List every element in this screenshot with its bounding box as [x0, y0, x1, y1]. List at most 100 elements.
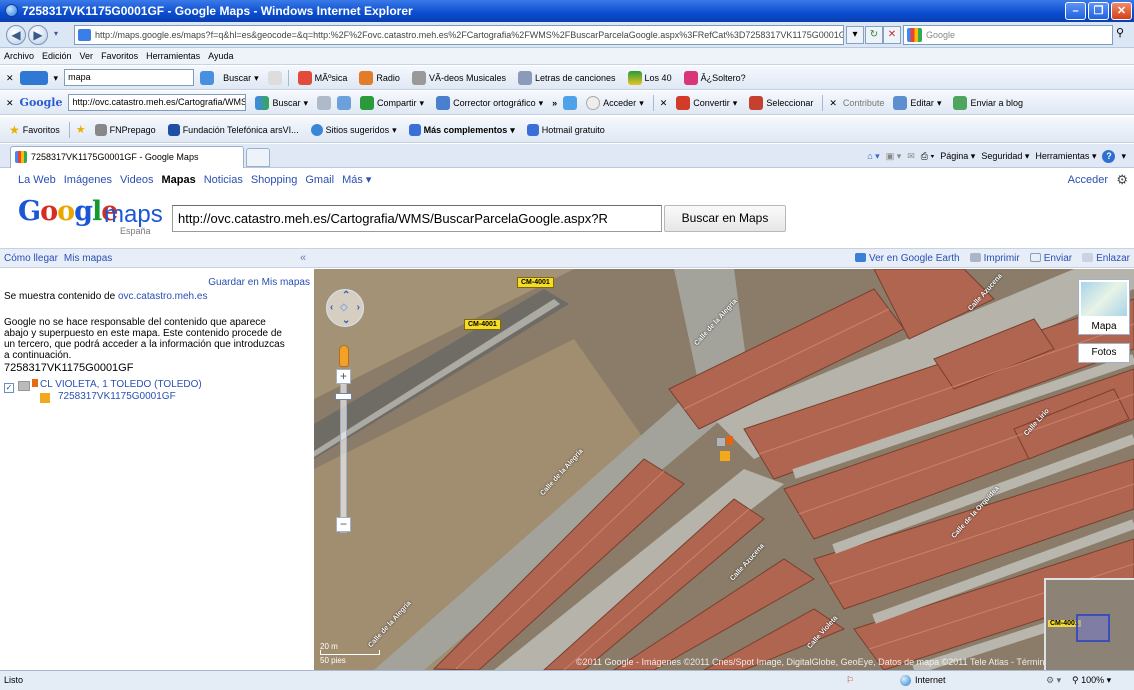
google-logo[interactable]: Google — [18, 197, 118, 227]
satellite-map[interactable]: CM-4001 CM-4001 Calle de la Alegría Call… — [314, 269, 1134, 670]
compartir-button[interactable]: Compartir ▾ — [357, 93, 427, 113]
enviar-link[interactable]: Enviar — [1029, 249, 1072, 268]
acceder-link[interactable]: Acceder — [1068, 169, 1108, 191]
close-contribute-icon[interactable]: ✕ — [829, 91, 837, 114]
collapse-panel-button[interactable]: « — [300, 249, 306, 267]
gbar-mas[interactable]: Más ▾ — [342, 169, 371, 191]
close-toolbar-icon[interactable]: ✕ — [6, 66, 14, 89]
soltero-button[interactable]: Â¿Soltero? — [681, 68, 749, 88]
musica-button[interactable]: MÃºsica — [295, 68, 351, 88]
toolbar-dropdown-icon[interactable]: ▾ — [54, 66, 59, 89]
help-icon[interactable]: ? — [1102, 149, 1116, 163]
street-view-pegman-icon[interactable] — [339, 345, 349, 367]
ver-google-earth-link[interactable]: Ver en Google Earth — [855, 249, 960, 268]
letras-button[interactable]: Letras de canciones — [515, 68, 619, 88]
pencil-icon[interactable] — [563, 95, 578, 110]
result-reference-link[interactable]: 7258317VK1175G0001GF — [58, 391, 176, 402]
corrector-button[interactable]: Corrector ortográfico ▾ — [433, 93, 546, 113]
herramientas-menu[interactable]: Herramientas ▾ — [1035, 147, 1096, 165]
como-llegar-link[interactable]: Cómo llegar — [4, 249, 58, 268]
toolbar-search-input[interactable]: mapa — [64, 69, 195, 86]
fotos-button[interactable]: Fotos — [1078, 343, 1130, 363]
security-zone[interactable]: Internet — [900, 671, 946, 690]
imprimir-link[interactable]: Imprimir — [969, 249, 1020, 268]
result-title-link[interactable]: CL VIOLETA, 1 TOLEDO (TOLEDO) — [40, 379, 202, 390]
home-icon[interactable]: ⌂ ▾ — [867, 147, 879, 165]
parcel-marker-orange[interactable] — [726, 436, 733, 445]
favoritos-button[interactable]: ★ Favoritos — [6, 120, 63, 140]
google-buscar-button[interactable]: Buscar ▾ — [252, 93, 311, 113]
add-favorite-icon[interactable]: ★ — [76, 118, 86, 142]
mis-mapas-link[interactable]: Mis mapas — [64, 249, 112, 268]
menu-edicion[interactable]: Edición — [42, 48, 72, 64]
los40-button[interactable]: Los 40 — [625, 68, 675, 88]
pagina-menu[interactable]: Página ▾ — [940, 147, 975, 165]
protected-mode-icon[interactable]: ⚐ — [846, 671, 854, 690]
content-source-link[interactable]: ovc.catastro.meh.es — [118, 291, 207, 302]
address-input[interactable]: http://maps.google.es/maps?f=q&hl=es&geo… — [74, 25, 844, 45]
minimize-button[interactable]: – — [1065, 2, 1086, 20]
acceder-toolbar-button[interactable]: Acceder ▾ — [583, 93, 647, 113]
zoom-slider-thumb[interactable] — [335, 393, 352, 400]
layer-checkbox[interactable]: ✓ — [4, 383, 14, 393]
menu-ver[interactable]: Ver — [80, 48, 94, 64]
zoom-in-button[interactable]: + — [336, 369, 351, 384]
seguridad-menu[interactable]: Seguridad ▾ — [981, 147, 1029, 165]
toolbar-search-icon[interactable] — [200, 70, 215, 85]
seleccionar-button[interactable]: Seleccionar — [746, 93, 816, 113]
page-options-icon[interactable] — [317, 95, 332, 110]
enlazar-link[interactable]: Enlazar — [1082, 249, 1130, 268]
close-google-toolbar-icon[interactable]: ✕ — [6, 91, 14, 114]
buscar-en-maps-button[interactable]: Buscar en Maps — [664, 205, 786, 232]
more-button[interactable]: » — [552, 91, 557, 114]
menu-favoritos[interactable]: Favoritos — [101, 48, 138, 64]
refresh-icon[interactable]: ↻ — [865, 26, 883, 44]
history-dropdown-icon[interactable]: ▾ — [54, 29, 58, 38]
forward-button[interactable]: ▶ — [28, 25, 48, 45]
gbar-noticias[interactable]: Noticias — [204, 169, 243, 191]
stop-icon[interactable]: ✕ — [883, 26, 901, 44]
toolbar-buscar-button[interactable]: Buscar ▾ — [220, 68, 262, 88]
convertir-button[interactable]: Convertir ▾ — [673, 93, 740, 113]
gbar-shopping[interactable]: Shopping — [251, 169, 298, 191]
parcel-marker-yellow[interactable] — [720, 451, 730, 461]
search-go-icon[interactable]: ⚲ — [1116, 26, 1132, 44]
videos-musicales-button[interactable]: VÃ-deos Musicales — [409, 68, 509, 88]
overview-viewport[interactable] — [1076, 614, 1110, 642]
plus-icon[interactable] — [337, 95, 352, 110]
parcel-marker-gray[interactable] — [716, 437, 726, 447]
map-search-input[interactable]: http://ovc.catastro.meh.es/Cartografia/W… — [172, 205, 662, 232]
close-button[interactable]: ✕ — [1111, 2, 1132, 20]
zoom-out-button[interactable]: − — [336, 517, 351, 532]
close-pdf-toolbar-icon[interactable]: ✕ — [660, 91, 668, 114]
radio-button[interactable]: Radio — [356, 68, 403, 88]
feeds-icon[interactable]: ▣ ▾ — [886, 147, 902, 165]
zoom-level[interactable]: ⚲ 100% ▾ — [1072, 671, 1111, 690]
fav-hotmail[interactable]: Hotmail gratuito — [524, 120, 608, 140]
fav-fnprepago[interactable]: FNPrepago — [92, 120, 159, 140]
browser-search-input[interactable]: Google — [903, 25, 1113, 45]
gbar-mapas[interactable]: Mapas — [161, 169, 195, 191]
gbar-imagenes[interactable]: Imágenes — [64, 169, 112, 191]
tab-google-maps[interactable]: 7258317VK1175G0001GF - Google Maps — [10, 146, 244, 168]
pan-control[interactable]: ⌃ ‹ › ⌄ ◇ — [326, 289, 364, 327]
highlight-icon[interactable] — [267, 70, 282, 85]
map-type-mapa-button[interactable]: Mapa — [1078, 279, 1130, 335]
fav-sitios-sugeridos[interactable]: Sitios sugeridos ▾ — [308, 120, 400, 140]
editar-button[interactable]: Editar ▾ — [890, 93, 944, 113]
gbar-videos[interactable]: Videos — [120, 169, 153, 191]
status-tools-icon[interactable]: ⚙ ▾ — [1046, 671, 1061, 690]
gear-icon[interactable]: ⚙ — [1116, 173, 1128, 186]
mail-icon[interactable]: ✉ — [907, 147, 915, 165]
print-icon[interactable]: ⎙ ▾ — [921, 147, 934, 165]
overview-map[interactable]: CM-4001 — [1044, 578, 1134, 670]
fav-fundacion[interactable]: Fundación Telefónica arsVI... — [165, 120, 302, 140]
maximize-button[interactable]: ❐ — [1088, 2, 1109, 20]
new-tab-button[interactable] — [246, 148, 270, 167]
address-dropdown-icon[interactable]: ▾ — [846, 26, 864, 44]
fav-mas-complementos[interactable]: Más complementos ▾ — [406, 120, 518, 140]
menu-archivo[interactable]: Archivo — [4, 48, 34, 64]
gbar-gmail[interactable]: Gmail — [305, 169, 334, 191]
back-button[interactable]: ◀ — [6, 25, 26, 45]
enviar-blog-button[interactable]: Enviar a blog — [950, 93, 1026, 113]
